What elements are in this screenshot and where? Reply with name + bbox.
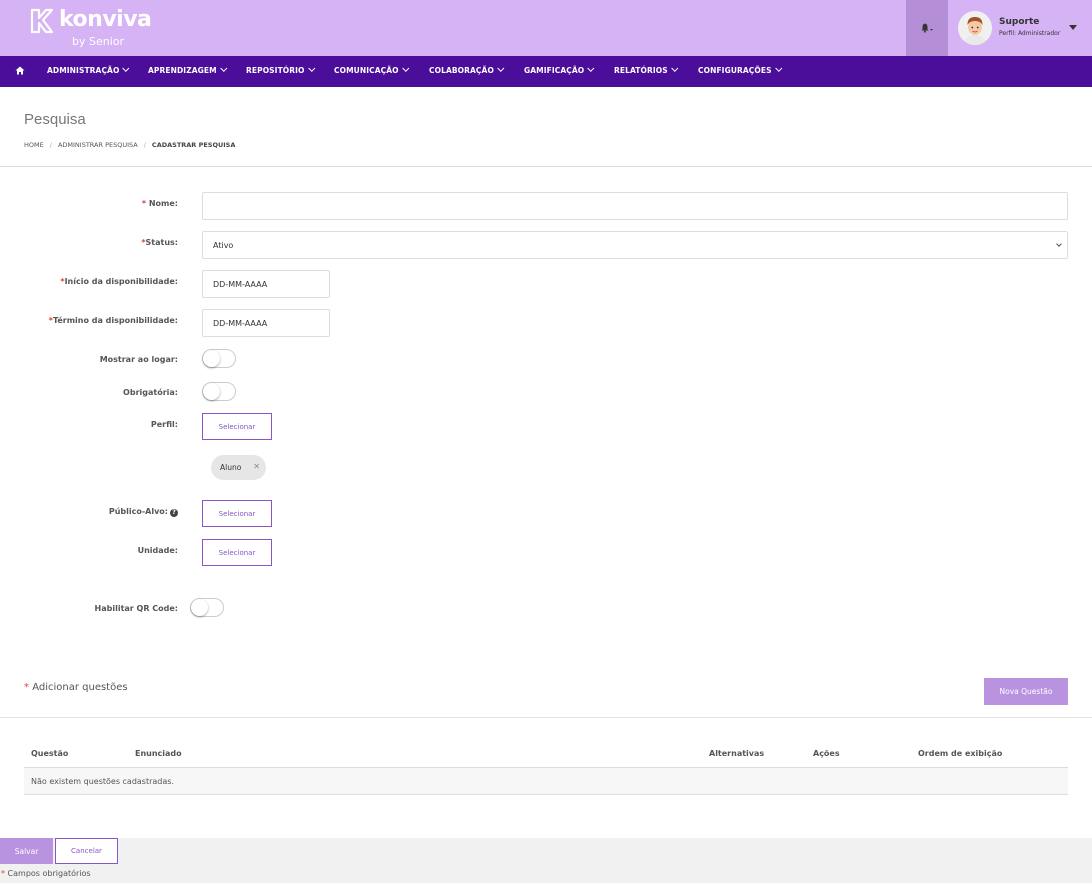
column-header-ordem: Ordem de exibição [918, 749, 1003, 758]
breadcrumb-home[interactable]: HOME [24, 141, 44, 149]
status-label: *Status: [141, 238, 178, 247]
divider [0, 717, 1092, 718]
nav-item-relatorios[interactable]: RELATÓRIOS [614, 64, 679, 75]
chevron-down-icon [774, 64, 782, 72]
required-fields-note: * Campos obrigatórios [1, 869, 91, 878]
footer-bar [0, 838, 1092, 883]
termino-date-input[interactable]: DD-MM-AAAA [202, 309, 330, 337]
table-bottom-border [24, 794, 1068, 795]
user-name: Suporte [999, 17, 1040, 27]
nav-item-administracao[interactable]: ADMINISTRAÇÃO [47, 64, 130, 75]
nav-item-colaboracao[interactable]: COLABORAÇÃO [429, 64, 505, 75]
chevron-down-icon [587, 64, 595, 72]
divider [0, 166, 1092, 167]
chevron-down-icon [670, 64, 679, 72]
breadcrumb-current: CADASTRAR PESQUISA [151, 141, 236, 149]
obrigatoria-toggle[interactable] [202, 382, 236, 401]
unidade-label: Unidade: [137, 546, 178, 555]
nome-label: * Nome: [141, 199, 178, 208]
remove-chip-icon[interactable]: ✕ [253, 462, 260, 471]
perfil-chip-aluno: Aluno ✕ [211, 455, 266, 480]
perfil-label: Perfil: [150, 420, 178, 429]
chevron-down-icon [1056, 241, 1062, 247]
nav-item-repositorio[interactable]: REPOSITÓRIO [246, 64, 315, 75]
user-avatar[interactable] [958, 11, 992, 45]
toggle-knob [203, 383, 220, 400]
status-select[interactable]: Ativo [202, 231, 1068, 259]
chevron-down-icon [401, 64, 409, 72]
main-nav: ADMINISTRAÇÃO APRENDIZAGEM REPOSITÓRIO C… [0, 56, 1092, 87]
termino-label: *Término da disponibilidade: [48, 316, 178, 325]
avatar-face-icon [958, 11, 992, 45]
mostrar-toggle[interactable] [202, 349, 236, 368]
column-header-acoes: Ações [813, 749, 840, 758]
user-menu-caret-icon[interactable] [1069, 25, 1077, 30]
nav-item-configuracoes[interactable]: CONFIGURAÇÕES [698, 64, 782, 75]
chip-label: Aluno [220, 463, 242, 472]
toggle-knob [191, 599, 208, 616]
qr-code-toggle[interactable] [190, 598, 224, 617]
toggle-knob [203, 350, 220, 367]
unidade-select-button[interactable]: Selecionar [202, 539, 272, 566]
page-title: Pesquisa [24, 111, 86, 128]
status-value: Ativo [213, 240, 234, 250]
perfil-select-button[interactable]: Selecionar [202, 413, 272, 440]
column-header-enunciado: Enunciado [135, 749, 182, 758]
column-header-questao: Questão [31, 749, 69, 758]
save-button[interactable]: Salvar [0, 838, 53, 864]
column-header-alternativas: Alternativas [709, 749, 765, 758]
nav-item-comunicacao[interactable]: COMUNICAÇÃO [334, 64, 409, 75]
mostrar-label: Mostrar ao logar: [99, 355, 178, 364]
chevron-down-icon [219, 64, 228, 72]
user-profile: Perfil: Administrador [999, 30, 1061, 37]
publico-alvo-select-button[interactable]: Selecionar [202, 500, 272, 527]
cancel-button[interactable]: Cancelar [55, 838, 118, 864]
table-empty-row: Não existem questões cadastradas. [24, 768, 1068, 794]
new-question-button[interactable]: Nova Questão [984, 678, 1068, 705]
breadcrumb: HOME / ADMINISTRAR PESQUISA / CADASTRAR PESQ… [24, 141, 236, 149]
nav-item-gamificacao[interactable]: GAMIFICAÇÃO [524, 64, 595, 75]
chevron-down-icon [497, 64, 505, 72]
inicio-label: *Início da disponibilidade: [60, 277, 178, 286]
brand-by: by Senior [72, 35, 125, 48]
home-icon[interactable] [15, 66, 25, 75]
brand-name: konviva [59, 7, 152, 32]
qr-code-label: Habilitar QR Code: [94, 604, 178, 613]
bell-icon [921, 23, 933, 33]
inicio-date-input[interactable]: DD-MM-AAAA [202, 270, 330, 298]
help-icon[interactable]: ? [170, 509, 178, 517]
chevron-down-icon [122, 64, 130, 72]
top-header: konviva by Senior Suporte Perfil: Admini… [0, 0, 1092, 56]
nome-input[interactable] [202, 192, 1068, 220]
publico-alvo-label: Público-Alvo:? [109, 507, 178, 517]
breadcrumb-administrar-pesquisa[interactable]: ADMINISTRAR PESQUISA [58, 141, 138, 149]
chevron-down-icon [307, 64, 315, 72]
obrigatoria-label: Obrigatória: [123, 388, 178, 397]
questions-section-title: * Adicionar questões [24, 682, 128, 693]
nav-item-aprendizagem[interactable]: APRENDIZAGEM [148, 64, 228, 75]
notifications-button[interactable] [906, 0, 948, 56]
